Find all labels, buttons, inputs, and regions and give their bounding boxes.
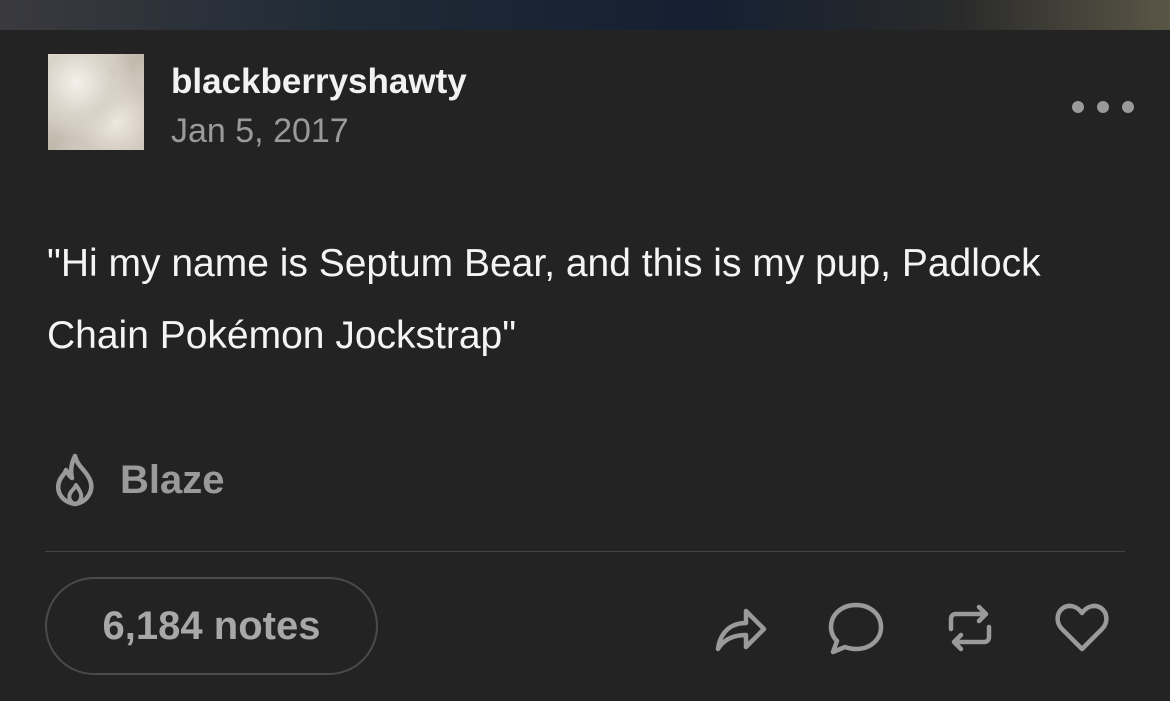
share-arrow-icon xyxy=(715,608,767,652)
post-body: "Hi my name is Septum Bear, and this is … xyxy=(47,242,1041,357)
flame-icon xyxy=(56,453,94,507)
heart-icon xyxy=(1055,603,1109,652)
more-options-icon[interactable] xyxy=(1072,100,1134,114)
reblog-button[interactable] xyxy=(940,598,1000,658)
reblog-icon xyxy=(948,604,992,652)
blaze-button[interactable]: Blaze xyxy=(50,450,225,510)
share-button[interactable] xyxy=(709,598,769,658)
reply-button[interactable] xyxy=(826,598,886,658)
image-top-strip xyxy=(0,0,1170,30)
comment-bubble-icon xyxy=(828,602,884,655)
blaze-label: Blaze xyxy=(120,457,225,502)
divider xyxy=(45,551,1125,552)
dot xyxy=(1072,101,1084,113)
dot xyxy=(1097,101,1109,113)
avatar[interactable] xyxy=(48,54,144,150)
post-username[interactable]: blackberryshawty xyxy=(171,62,467,102)
like-button[interactable] xyxy=(1052,598,1112,658)
dot xyxy=(1122,101,1134,113)
post-date[interactable]: Jan 5, 2017 xyxy=(171,112,349,151)
post-card: blackberryshawty Jan 5, 2017 "Hi my name… xyxy=(0,30,1170,701)
notes-count-button[interactable]: 6,184 notes xyxy=(45,577,378,675)
